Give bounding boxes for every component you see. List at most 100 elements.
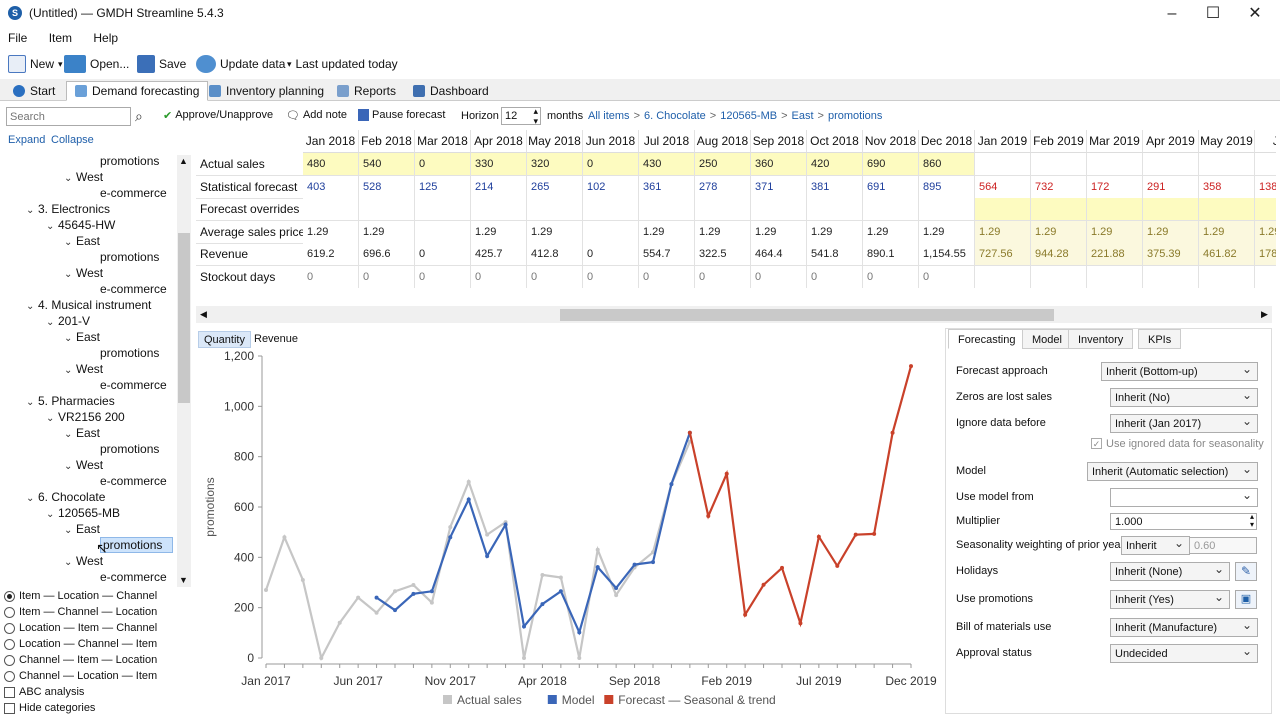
grid-cell[interactable] bbox=[303, 198, 359, 221]
grid-cell[interactable]: 727.56 bbox=[975, 243, 1031, 266]
tree-node[interactable]: ⌄ West bbox=[64, 170, 103, 184]
tree-node[interactable]: ⌄ East bbox=[64, 330, 100, 344]
tree-node[interactable]: ⌄ VR2156 200 bbox=[46, 410, 125, 424]
grid-month-header[interactable]: May 2018 bbox=[527, 130, 583, 153]
setting-dropdown[interactable]: Inherit (Manufacture) bbox=[1110, 618, 1258, 637]
spinner-arrows-icon[interactable]: ▴ ▾ bbox=[1250, 513, 1254, 529]
chevron-down-icon[interactable]: ⌄ bbox=[26, 301, 38, 312]
grid-cell[interactable]: 732 bbox=[1031, 175, 1087, 199]
grid-cell[interactable]: 0 bbox=[471, 265, 527, 288]
grid-cell[interactable]: 1.29 bbox=[695, 220, 751, 244]
grid-cell[interactable] bbox=[1087, 265, 1143, 288]
grid-cell[interactable]: 361 bbox=[639, 175, 695, 199]
radio-circle[interactable] bbox=[4, 590, 15, 602]
hierarchy-radio[interactable]: Location — Channel — Item bbox=[4, 638, 157, 650]
grid-cell[interactable]: 1.29 bbox=[303, 220, 359, 244]
minimize-button[interactable]: – bbox=[1152, 4, 1192, 24]
new-button[interactable]: New ▾ bbox=[8, 52, 63, 76]
tab-inventory-planning[interactable]: Inventory planning bbox=[200, 81, 333, 101]
grid-cell[interactable]: 138 bbox=[1255, 175, 1276, 199]
chart-tab-quantity[interactable]: Quantity bbox=[198, 331, 251, 348]
grid-cell[interactable] bbox=[1143, 265, 1199, 288]
grid-cell[interactable]: 214 bbox=[471, 175, 527, 199]
grid-cell[interactable]: 0 bbox=[303, 265, 359, 288]
expand-link[interactable]: Expand bbox=[8, 134, 45, 146]
hierarchy-radio[interactable]: Channel — Location — Item bbox=[4, 670, 157, 682]
grid-cell[interactable] bbox=[415, 198, 471, 221]
grid-cell[interactable]: 375.39 bbox=[1143, 243, 1199, 266]
radio-circle[interactable] bbox=[4, 606, 15, 618]
grid-cell[interactable]: 221.88 bbox=[1087, 243, 1143, 266]
tree-scroll-thumb[interactable] bbox=[178, 233, 190, 403]
promotions-monitor-icon[interactable]: ▣ bbox=[1235, 590, 1257, 609]
settings-tab[interactable]: Forecasting bbox=[948, 329, 1026, 349]
chevron-down-icon[interactable]: ⌄ bbox=[26, 493, 38, 504]
grid-cell[interactable] bbox=[359, 198, 415, 221]
grid-month-header[interactable]: Sep 2018 bbox=[751, 130, 807, 153]
add-note-button[interactable]: 🗨 Add note bbox=[286, 109, 347, 122]
seasonality-weight-input[interactable]: 0.60 bbox=[1189, 537, 1257, 554]
grid-cell[interactable]: 0 bbox=[695, 265, 751, 288]
grid-cell[interactable]: 125 bbox=[415, 175, 471, 199]
chevron-down-icon[interactable]: ⌄ bbox=[64, 237, 76, 248]
search-input[interactable] bbox=[6, 107, 131, 126]
grid-cell[interactable]: 0 bbox=[527, 265, 583, 288]
grid-cell[interactable]: 425.7 bbox=[471, 243, 527, 266]
grid-cell[interactable]: 0 bbox=[583, 243, 639, 266]
grid-cell[interactable]: 250 bbox=[695, 153, 751, 176]
grid-cell[interactable]: 0 bbox=[583, 153, 639, 176]
grid-cell[interactable] bbox=[583, 220, 639, 244]
grid-cell[interactable] bbox=[975, 265, 1031, 288]
grid-cell[interactable]: 480 bbox=[303, 153, 359, 176]
grid-cell[interactable]: 1.29 bbox=[807, 220, 863, 244]
grid-cell[interactable]: 381 bbox=[807, 175, 863, 199]
hierarchy-radio[interactable]: Location — Item — Channel bbox=[4, 622, 157, 634]
grid-cell[interactable] bbox=[1199, 153, 1255, 176]
scroll-down-icon[interactable]: ▼ bbox=[179, 575, 188, 585]
grid-cell[interactable] bbox=[527, 198, 583, 221]
tree-node[interactable]: promotions bbox=[100, 154, 159, 168]
grid-cell[interactable]: 619.2 bbox=[303, 243, 359, 266]
scroll-left-icon[interactable]: ◀ bbox=[200, 309, 207, 320]
grid-cell[interactable] bbox=[1031, 198, 1087, 221]
grid-cell[interactable] bbox=[415, 220, 471, 244]
grid-cell[interactable]: 371 bbox=[751, 175, 807, 199]
chevron-down-icon[interactable]: ⌄ bbox=[46, 317, 58, 328]
chevron-down-icon[interactable]: ▾ bbox=[58, 59, 63, 70]
grid-cell[interactable]: 1.29 bbox=[975, 220, 1031, 244]
grid-month-header[interactable]: Nov 2018 bbox=[863, 130, 919, 153]
tab-dashboard[interactable]: Dashboard bbox=[404, 81, 498, 101]
grid-cell[interactable]: 0 bbox=[639, 265, 695, 288]
breadcrumb-item[interactable]: All items bbox=[588, 110, 630, 122]
edit-pencil-icon[interactable]: ✎ bbox=[1235, 562, 1257, 581]
grid-cell[interactable]: 358 bbox=[1199, 175, 1255, 199]
open-button[interactable]: Open... bbox=[64, 52, 129, 76]
tab-reports[interactable]: Reports bbox=[328, 81, 405, 101]
update-data-button[interactable]: Update data bbox=[196, 52, 285, 76]
grid-cell[interactable] bbox=[1031, 153, 1087, 176]
grid-month-header[interactable]: Jan 2018 bbox=[303, 130, 359, 153]
tree-node[interactable]: promotions bbox=[100, 250, 159, 264]
grid-cell[interactable]: 265 bbox=[527, 175, 583, 199]
grid-cell[interactable]: 890.1 bbox=[863, 243, 919, 266]
tree-node[interactable]: ⌄ 5. Pharmacies bbox=[26, 394, 115, 408]
setting-dropdown[interactable]: Inherit (Bottom-up) bbox=[1101, 362, 1258, 381]
chevron-down-icon[interactable]: ⌄ bbox=[64, 429, 76, 440]
multiplier-input[interactable]: 1.000 ▴ ▾ bbox=[1110, 513, 1257, 530]
setting-dropdown[interactable]: Inherit (Yes) bbox=[1110, 590, 1230, 609]
tree-node[interactable]: ⌄ West bbox=[64, 266, 103, 280]
settings-tab[interactable]: Inventory bbox=[1068, 329, 1134, 349]
grid-cell[interactable]: 554.7 bbox=[639, 243, 695, 266]
grid-cell[interactable]: 461.82 bbox=[1199, 243, 1255, 266]
grid-month-header[interactable]: Jul 2018 bbox=[639, 130, 695, 153]
grid-cell[interactable]: 0 bbox=[583, 265, 639, 288]
radio-circle[interactable] bbox=[4, 670, 15, 682]
tree-node[interactable]: ⌄ 201-V bbox=[46, 314, 90, 328]
chevron-down-icon[interactable]: ⌄ bbox=[46, 221, 58, 232]
tree-node[interactable]: ⌄ 45645-HW bbox=[46, 218, 115, 232]
grid-month-header[interactable]: Dec 2018 bbox=[919, 130, 975, 153]
chevron-down-icon[interactable]: ⌄ bbox=[46, 413, 58, 424]
grid-cell[interactable]: 690 bbox=[863, 153, 919, 176]
grid-cell[interactable] bbox=[863, 198, 919, 221]
radio-circle[interactable] bbox=[4, 622, 15, 634]
